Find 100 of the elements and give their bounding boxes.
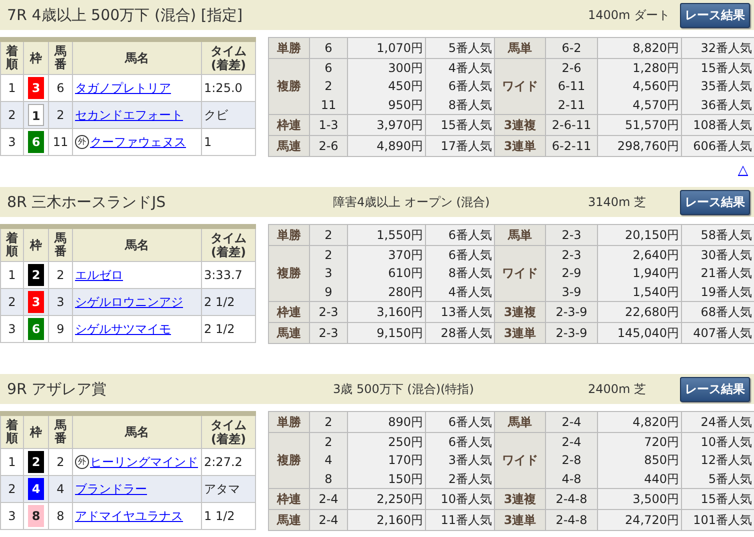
- bet-type-label: 馬連: [268, 510, 310, 530]
- table-cell: 2: [48, 102, 72, 128]
- combination-cell: 3: [310, 264, 348, 283]
- bet-type-label: 馬単: [494, 412, 546, 432]
- popularity-rank: 6番人気: [426, 412, 494, 432]
- frame-number-badge: 1: [28, 104, 44, 126]
- popularity-rank: 19番人気: [682, 283, 754, 302]
- column-header: 馬番: [54, 418, 66, 446]
- race-course: 1400m ダート: [588, 6, 672, 24]
- bet-type-label: 単勝: [268, 412, 310, 432]
- bet-type-label: 3連複: [494, 302, 546, 322]
- popularity-rank: 606番人気: [682, 136, 754, 156]
- popularity-rank: 3番人気: [426, 451, 494, 470]
- bet-type-label: 単勝: [268, 38, 310, 58]
- table-cell: 3: [48, 288, 72, 316]
- popularity-rank: 21番人気: [682, 264, 754, 283]
- column-header: タイム (着差): [210, 418, 246, 446]
- popularity-rank: 2番人気: [426, 470, 494, 488]
- combination-cell: 6: [310, 38, 348, 58]
- horse-name-link[interactable]: ヒーリングマインド: [90, 454, 198, 468]
- table-cell: 4: [48, 476, 72, 502]
- payout-amount: 8,820円: [598, 38, 682, 58]
- combination-cell: 2: [310, 224, 348, 246]
- popularity-rank: 4番人気: [426, 283, 494, 302]
- popularity-rank: 15番人気: [682, 58, 754, 77]
- payout-amount: 890円: [348, 412, 426, 432]
- bet-type-label: 単勝: [268, 224, 310, 246]
- popularity-rank: 68番人気: [682, 302, 754, 322]
- column-header: タイム (着差): [210, 44, 246, 72]
- payout-amount: 9,150円: [348, 322, 426, 344]
- payout-amount: 51,570円: [598, 114, 682, 136]
- popularity-rank: 32番人気: [682, 38, 754, 58]
- bet-type-label: 複勝: [268, 246, 310, 302]
- payout-amount: 1,550円: [348, 224, 426, 246]
- popularity-rank: 15番人気: [682, 488, 754, 510]
- horse-name-link[interactable]: エルゼロ: [75, 268, 123, 282]
- payout-amount: 250円: [348, 432, 426, 451]
- table-cell: 2 1/2: [202, 316, 256, 342]
- combination-cell: 2-3: [546, 246, 598, 264]
- frame-number-badge: 4: [28, 478, 44, 500]
- column-header: 馬名: [125, 238, 149, 252]
- race-result-button[interactable]: レース結果: [680, 376, 750, 402]
- combination-cell: 2: [310, 412, 348, 432]
- page-top-link[interactable]: △: [738, 163, 748, 178]
- popularity-rank: 35番人気: [682, 77, 754, 96]
- combination-cell: 2: [310, 432, 348, 451]
- payout-amount: 1,940円: [598, 264, 682, 283]
- race-conditions: 障害4歳以上 オープン (混合): [333, 194, 491, 210]
- table-cell: 3: [0, 316, 24, 342]
- combination-cell: 6-2: [546, 38, 598, 58]
- bet-type-label: 馬単: [494, 224, 546, 246]
- popularity-rank: 6番人気: [426, 77, 494, 96]
- bet-type-label: 3連複: [494, 114, 546, 136]
- popularity-rank: 5番人気: [426, 38, 494, 58]
- table-cell: 2: [0, 288, 24, 316]
- popularity-rank: 11番人気: [426, 510, 494, 530]
- popularity-rank: 8番人気: [426, 264, 494, 283]
- payout-amount: 150円: [348, 470, 426, 488]
- bet-type-label: 枠連: [268, 114, 310, 136]
- foreign-mark: 外: [75, 135, 89, 150]
- payout-amount: 24,720円: [598, 510, 682, 530]
- combination-cell: 2-4: [546, 432, 598, 451]
- combination-cell: 2-3: [310, 322, 348, 344]
- combination-cell: 2-9: [546, 264, 598, 283]
- frame-number-badge: 6: [28, 131, 44, 153]
- frame-number-badge: 3: [28, 291, 44, 313]
- payout-amount: 3,970円: [348, 114, 426, 136]
- combination-cell: 2-3-9: [546, 302, 598, 322]
- race-result-button[interactable]: レース結果: [680, 190, 750, 214]
- combination-cell: 2-3: [310, 302, 348, 322]
- combination-cell: 2-4-8: [546, 510, 598, 530]
- combination-cell: 8: [310, 470, 348, 488]
- bet-type-label: 複勝: [268, 432, 310, 488]
- race-course: 3140m 芝: [588, 194, 648, 210]
- column-header: 枠: [30, 238, 42, 252]
- combination-cell: 4-8: [546, 470, 598, 488]
- payout-amount: 1,070円: [348, 38, 426, 58]
- race-result-button[interactable]: レース結果: [680, 2, 750, 28]
- bet-type-label: ワイド: [494, 58, 546, 114]
- bet-type-label: 枠連: [268, 302, 310, 322]
- column-header: 馬名: [125, 51, 149, 65]
- combination-cell: 4: [310, 451, 348, 470]
- popularity-rank: 12番人気: [682, 451, 754, 470]
- frame-number-badge: 2: [28, 264, 44, 286]
- popularity-rank: 108番人気: [682, 114, 754, 136]
- horse-name-link[interactable]: クーファウェヌス: [90, 134, 186, 148]
- race-course: 2400m 芝: [588, 380, 648, 398]
- frame-number-badge: 3: [28, 77, 44, 99]
- popularity-rank: 6番人気: [426, 432, 494, 451]
- frame-number-badge: 8: [28, 505, 44, 527]
- combination-cell: 6: [310, 58, 348, 77]
- table-cell: 3: [0, 502, 24, 530]
- combination-cell: 2-3: [546, 224, 598, 246]
- table-cell: クビ: [202, 102, 256, 128]
- payout-amount: 370円: [348, 246, 426, 264]
- race-title: 7R 4歳以上 500万下 (混合) [指定]: [6, 6, 244, 24]
- payout-amount: 3,160円: [348, 302, 426, 322]
- payout-amount: 4,560円: [598, 77, 682, 96]
- frame-number-badge: 2: [28, 451, 44, 473]
- table-cell: 8: [48, 502, 72, 530]
